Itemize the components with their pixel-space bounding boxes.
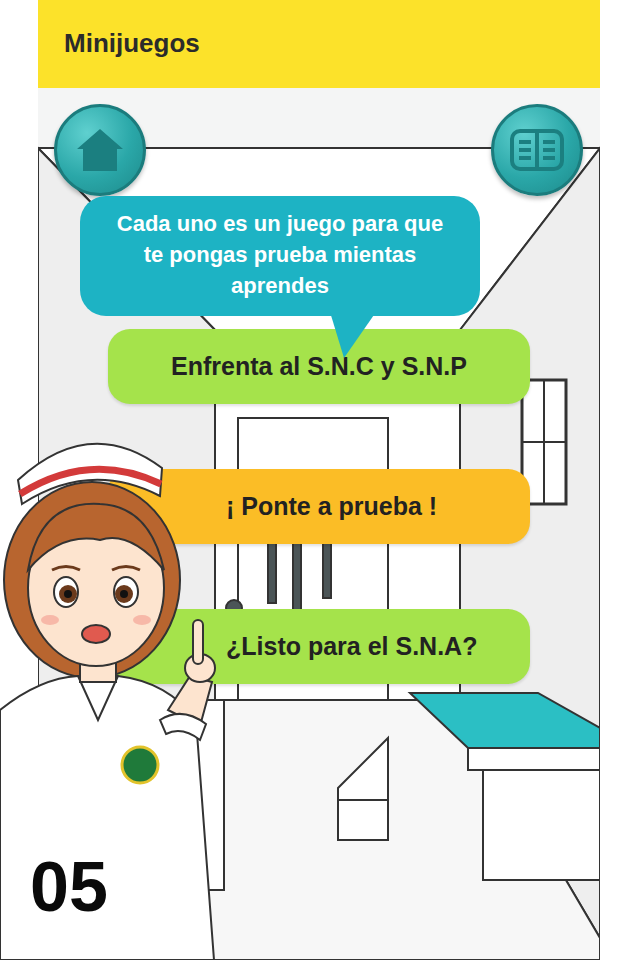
game-label: ¿Listo para el S.N.A? bbox=[226, 628, 477, 666]
game-button[interactable]: ¡ Ponte a prueba ! bbox=[108, 469, 530, 544]
app-bar: Minijuegos bbox=[38, 0, 600, 88]
home-icon bbox=[75, 127, 125, 173]
game-button[interactable]: Enfrenta al S.N.C y S.N.P bbox=[108, 329, 530, 404]
speech-bubble: Cada uno es un juego para que te pongas … bbox=[80, 196, 480, 316]
icon-row bbox=[38, 88, 600, 196]
book-icon bbox=[509, 128, 565, 172]
game-label: ¡ Ponte a prueba ! bbox=[226, 488, 437, 526]
speech-text: Cada uno es un juego para que te pongas … bbox=[117, 211, 443, 298]
game-label: Enfrenta al S.N.C y S.N.P bbox=[171, 348, 467, 386]
app-screen: Minijuegos bbox=[0, 0, 640, 960]
guide-button[interactable] bbox=[491, 104, 583, 196]
bubble-tail bbox=[330, 312, 376, 358]
app-title: Minijuegos bbox=[64, 28, 200, 59]
home-button[interactable] bbox=[54, 104, 146, 196]
page-number: 05 bbox=[30, 852, 108, 922]
